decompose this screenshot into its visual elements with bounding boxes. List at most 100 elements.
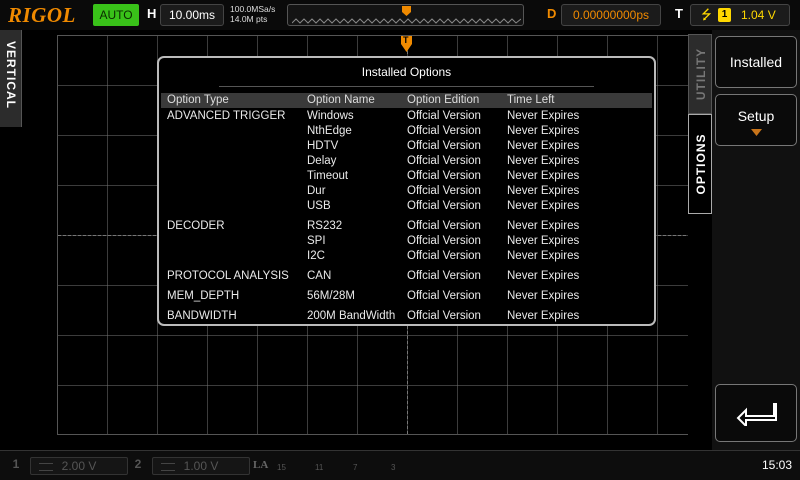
rigol-logo: RIGOL [8, 3, 76, 27]
bottom-status-bar: 1 2.00 V 2 1.00 V LA 15 11 7 3 15:03 [0, 450, 800, 480]
header-option-edition: Option Edition [407, 94, 480, 106]
setup-button-label: Setup [737, 108, 775, 124]
option-name-cell: USB [307, 200, 331, 212]
option-edition-cell: Offcial Version [407, 250, 481, 262]
tab-utility[interactable]: UTILITY [688, 34, 712, 114]
time-left-cell: Never Expires [507, 290, 580, 302]
option-name-cell: 200M BandWidth [307, 310, 396, 322]
softkey-menu: Installed Setup [712, 30, 800, 450]
tab-options-label: OPTIONS [694, 133, 708, 195]
channel2-scale: 1.00 V [152, 457, 250, 475]
time-left-cell: Never Expires [507, 170, 580, 182]
option-edition-cell: Offcial Version [407, 110, 481, 122]
run-state-badge[interactable]: AUTO [93, 4, 139, 26]
sample-rate: 100.0MSa/s [230, 4, 276, 14]
table-row: ADVANCED TRIGGER Windows Offcial Version… [161, 109, 652, 124]
time-left-cell: Never Expires [507, 310, 580, 322]
option-edition-cell: Offcial Version [407, 125, 481, 137]
installed-options-dialog: Installed Options Option Type Option Nam… [157, 56, 656, 326]
return-arrow-icon [736, 403, 777, 426]
option-type-cell: DECODER [167, 220, 225, 232]
memory-depth: 14.0M pts [230, 14, 268, 24]
option-name-cell: HDTV [307, 140, 339, 152]
option-name-cell: Timeout [307, 170, 349, 182]
vertical-tab-label: VERTICAL [4, 41, 18, 109]
option-type-cell: BANDWIDTH [167, 310, 237, 322]
acquisition-info: 100.0MSa/s 14.0M pts [230, 4, 275, 24]
timebase-display[interactable]: 10.00ms [160, 4, 224, 26]
la-label: LA [253, 459, 269, 471]
option-edition-cell: Offcial Version [407, 235, 481, 247]
tab-options[interactable]: OPTIONS [688, 114, 712, 214]
dialog-title: Installed Options [361, 65, 452, 79]
table-row: I2C Offcial Version Never Expires [161, 249, 652, 264]
option-name-cell: Dur [307, 185, 326, 197]
la-channel-15: 15 [277, 463, 286, 472]
vertical-tab[interactable]: VERTICAL [0, 30, 22, 127]
top-status-bar: RIGOL AUTO H 10.00ms 100.0MSa/s 14.0M pt… [0, 0, 800, 30]
option-edition-cell: Offcial Version [407, 310, 481, 322]
option-edition-cell: Offcial Version [407, 200, 481, 212]
time-left-cell: Never Expires [507, 250, 580, 262]
tab-utility-label: UTILITY [694, 47, 708, 101]
option-edition-cell: Offcial Version [407, 270, 481, 282]
option-type-cell: ADVANCED TRIGGER [167, 110, 286, 122]
option-edition-cell: Offcial Version [407, 290, 481, 302]
header-option-type: Option Type [167, 94, 229, 106]
option-name-cell: Delay [307, 155, 337, 167]
trigger-label: T [675, 6, 683, 21]
table-row: MEM_DEPTH 56M/28M Offcial Version Never … [161, 289, 652, 304]
trigger-position-marker-icon [402, 6, 411, 16]
header-time-left: Time Left [507, 94, 555, 106]
horizontal-label: H [147, 6, 157, 21]
clock: 15:03 [761, 458, 792, 472]
option-edition-cell: Offcial Version [407, 220, 481, 232]
channel1-scale: 2.00 V [30, 457, 128, 475]
option-edition-cell: Offcial Version [407, 155, 481, 167]
time-left-cell: Never Expires [507, 200, 580, 212]
trigger-display[interactable]: ⭍ 1 1.04 V [690, 4, 790, 26]
delay-display[interactable]: 0.00000000ps [561, 4, 661, 26]
right-tab-strip: UTILITY OPTIONS [688, 30, 712, 450]
option-name-cell: SPI [307, 235, 326, 247]
option-type-cell: PROTOCOL ANALYSIS [167, 270, 289, 282]
header-option-name: Option Name [307, 94, 375, 106]
time-left-cell: Never Expires [507, 155, 580, 167]
time-left-cell: Never Expires [507, 125, 580, 137]
time-left-cell: Never Expires [507, 185, 580, 197]
time-left-cell: Never Expires [507, 110, 580, 122]
option-name-cell: Windows [307, 110, 354, 122]
time-left-cell: Never Expires [507, 220, 580, 232]
channel1-number: 1 [12, 457, 20, 471]
time-left-cell: Never Expires [507, 140, 580, 152]
time-left-cell: Never Expires [507, 235, 580, 247]
trigger-position-track [287, 4, 524, 26]
setup-button[interactable]: Setup [715, 94, 797, 146]
option-type-cell: MEM_DEPTH [167, 290, 240, 302]
table-row: Delay Offcial Version Never Expires [161, 154, 652, 169]
la-channel-3: 3 [391, 463, 396, 472]
la-channel-11: 11 [315, 463, 324, 472]
table-row: Timeout Offcial Version Never Expires [161, 169, 652, 184]
option-name-cell: I2C [307, 250, 325, 262]
table-row: BANDWIDTH 200M BandWidth Offcial Version… [161, 309, 652, 324]
table-row: HDTV Offcial Version Never Expires [161, 139, 652, 154]
table-row: PROTOCOL ANALYSIS CAN Offcial Version Ne… [161, 269, 652, 284]
trigger-source-badge: 1 [718, 8, 731, 22]
submenu-arrow-icon [751, 129, 762, 136]
option-edition-cell: Offcial Version [407, 185, 481, 197]
option-edition-cell: Offcial Version [407, 170, 481, 182]
table-header: Option Type Option Name Option Edition T… [161, 93, 652, 108]
option-name-cell: RS232 [307, 220, 343, 232]
option-name-cell: 56M/28M [307, 290, 355, 302]
installed-button[interactable]: Installed [715, 36, 797, 88]
return-button[interactable] [715, 384, 797, 442]
option-edition-cell: Offcial Version [407, 140, 481, 152]
table-row: NthEdge Offcial Version Never Expires [161, 124, 652, 139]
time-left-cell: Never Expires [507, 270, 580, 282]
table-row: Dur Offcial Version Never Expires [161, 184, 652, 199]
option-name-cell: CAN [307, 270, 332, 282]
table-row: USB Offcial Version Never Expires [161, 199, 652, 214]
memory-waveform-icon [292, 18, 521, 24]
option-name-cell: NthEdge [307, 125, 352, 137]
